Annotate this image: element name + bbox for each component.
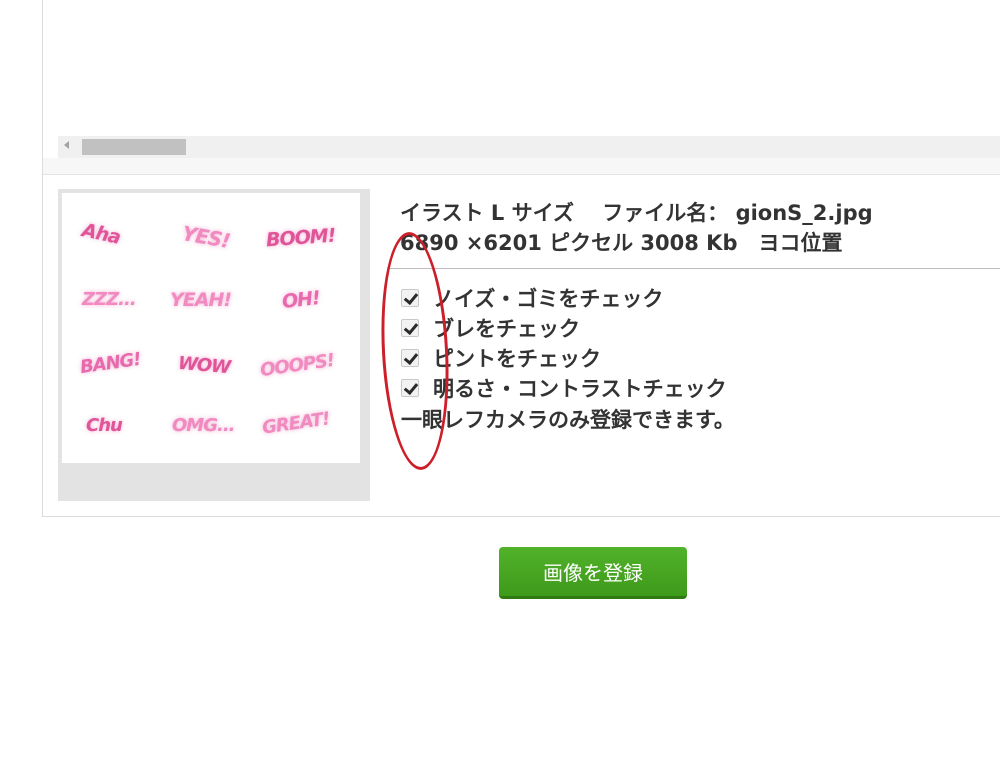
sticker: Chu — [86, 415, 123, 436]
section-separator — [43, 158, 1000, 175]
scrollbar-thumb[interactable] — [82, 139, 186, 155]
thumbnail-frame: Aha YES! BOOM! ZZZ... YEAH! OH! BANG! WO… — [58, 189, 370, 501]
check-label: ブレをチェック — [433, 317, 580, 341]
file-info-line-2: 6890 ×6201 ピクセル 3008 Kb ヨコ位置 — [400, 231, 843, 255]
preview-scroll-area — [58, 0, 1000, 158]
sticker: BOOM! — [265, 224, 337, 252]
info-divider — [388, 268, 1000, 269]
sticker: OMG... — [172, 415, 236, 436]
sticker: WOW — [177, 352, 231, 379]
dslr-note: 一眼レフカメラのみ登録できます。 — [401, 408, 735, 432]
check-row-brightness[interactable]: 明るさ・コントラストチェック — [401, 374, 727, 402]
file-info-line-1: イラスト L サイズ ファイル名： gionS_2.jpg — [400, 201, 873, 225]
sticker: YES! — [180, 221, 232, 253]
sticker: OOOPS! — [258, 349, 336, 382]
sticker: OH! — [280, 287, 321, 313]
sticker: ZZZ... — [82, 289, 137, 310]
horizontal-scrollbar[interactable] — [58, 136, 1000, 158]
sticker: BANG! — [78, 348, 142, 379]
check-label: ノイズ・ゴミをチェック — [433, 287, 664, 311]
thumbnail-image: Aha YES! BOOM! ZZZ... YEAH! OH! BANG! WO… — [62, 193, 360, 463]
check-label: ピントをチェック — [433, 347, 601, 371]
register-image-button[interactable]: 画像を登録 — [499, 547, 687, 599]
scroll-left-arrow-icon[interactable] — [64, 141, 69, 149]
sticker: Aha — [80, 219, 122, 249]
sticker: YEAH! — [170, 289, 232, 311]
check-label: 明るさ・コントラストチェック — [433, 377, 727, 401]
sticker: GREAT! — [260, 408, 331, 439]
